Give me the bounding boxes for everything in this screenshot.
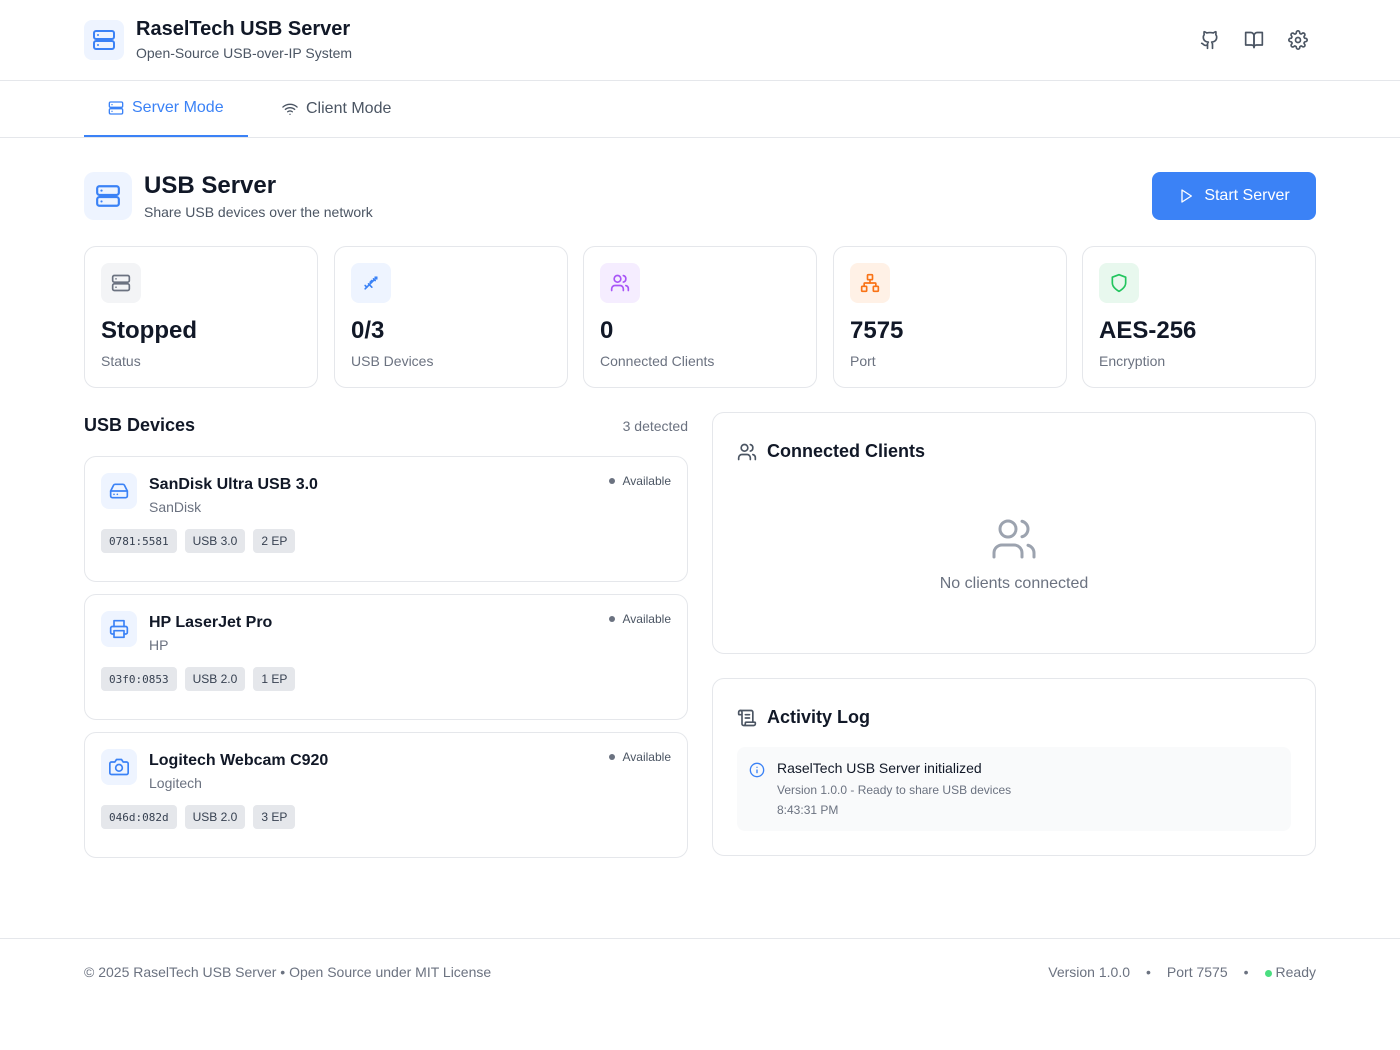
page-subtitle: Share USB devices over the network bbox=[144, 204, 373, 220]
users-icon bbox=[600, 263, 640, 303]
usb-icon bbox=[351, 263, 391, 303]
app-logo bbox=[84, 20, 124, 60]
wifi-icon bbox=[282, 101, 298, 117]
usb-version-tag: USB 2.0 bbox=[184, 667, 246, 691]
activity-log-panel: Activity Log RaselTech USB Server initia… bbox=[712, 678, 1316, 856]
start-server-button[interactable]: Start Server bbox=[1152, 172, 1316, 220]
status-badge: Available bbox=[608, 474, 671, 488]
log-entry-detail: Version 1.0.0 - Ready to share USB devic… bbox=[777, 783, 1012, 797]
server-icon bbox=[101, 263, 141, 303]
page-title: USB Server bbox=[144, 172, 277, 199]
device-name: SanDisk Ultra USB 3.0 bbox=[149, 476, 318, 493]
empty-state-text: No clients connected bbox=[939, 575, 1089, 592]
page-icon bbox=[84, 172, 132, 220]
usb-devices-heading: USB Devices bbox=[84, 415, 196, 435]
footer-separator: • bbox=[1146, 964, 1151, 980]
book-open-icon[interactable] bbox=[1242, 28, 1266, 52]
device-card-hp-laserjet[interactable]: HP LaserJet Pro HP Available 03f0:0853 U… bbox=[84, 594, 688, 720]
device-card-sandisk[interactable]: SanDisk Ultra USB 3.0 SanDisk Available … bbox=[84, 456, 688, 582]
printer-icon bbox=[101, 611, 137, 647]
tab-server-mode[interactable]: Server Mode bbox=[84, 81, 248, 137]
stat-card-port: 7575 Port bbox=[833, 246, 1067, 388]
stat-value: Stopped bbox=[101, 317, 197, 344]
footer-version: Version 1.0.0 bbox=[1048, 964, 1130, 980]
camera-icon bbox=[101, 749, 137, 785]
footer-copyright: © 2025 RaselTech USB Server • Open Sourc… bbox=[84, 964, 492, 980]
device-id-tag: 0781:5581 bbox=[101, 529, 177, 553]
device-id-tag: 046d:082d bbox=[101, 805, 177, 829]
github-icon[interactable] bbox=[1198, 28, 1222, 52]
log-entry-title: RaselTech USB Server initialized bbox=[777, 760, 982, 776]
status-text: Available bbox=[622, 750, 671, 764]
device-vendor: HP bbox=[149, 637, 169, 653]
shield-icon bbox=[1099, 263, 1139, 303]
connected-clients-panel: Connected Clients No clients connected bbox=[712, 412, 1316, 654]
status-text: Available bbox=[622, 612, 671, 626]
tab-label: Server Mode bbox=[132, 99, 224, 116]
stat-label: Connected Clients bbox=[600, 353, 715, 369]
status-dot bbox=[608, 754, 615, 760]
stat-label: Port bbox=[850, 353, 876, 369]
app-subtitle: Open-Source USB-over-IP System bbox=[136, 45, 353, 61]
tab-label: Client Mode bbox=[306, 100, 392, 117]
endpoints-tag: 1 EP bbox=[253, 667, 296, 691]
tab-client-mode[interactable]: Client Mode bbox=[258, 81, 415, 137]
stat-value: 7575 bbox=[850, 317, 904, 344]
status-badge: Available bbox=[608, 612, 671, 626]
activity-log-title: Activity Log bbox=[737, 707, 870, 728]
device-card-logitech-webcam[interactable]: Logitech Webcam C920 Logitech Available … bbox=[84, 732, 688, 858]
device-vendor: SanDisk bbox=[149, 499, 202, 515]
hard-drive-icon bbox=[101, 473, 137, 509]
status-badge: Available bbox=[608, 750, 671, 764]
usb-version-tag: USB 2.0 bbox=[184, 805, 246, 829]
device-id-tag: 03f0:0853 bbox=[101, 667, 177, 691]
stat-card-status: Stopped Status bbox=[84, 246, 318, 388]
server-icon bbox=[95, 183, 121, 209]
stat-value: AES-256 bbox=[1099, 317, 1197, 344]
info-icon bbox=[749, 762, 765, 778]
play-icon bbox=[1178, 188, 1194, 204]
users-icon bbox=[713, 515, 1315, 563]
start-server-label: Start Server bbox=[1204, 187, 1290, 204]
stat-value: 0/3 bbox=[351, 317, 385, 344]
usb-devices-count: 3 detected bbox=[622, 418, 688, 434]
users-icon bbox=[737, 442, 757, 462]
status-dot bbox=[608, 478, 615, 484]
stat-card-encryption: AES-256 Encryption bbox=[1082, 246, 1316, 388]
log-entry-time: 8:43:31 PM bbox=[777, 803, 839, 817]
app-title: RaselTech USB Server bbox=[136, 18, 351, 40]
footer bbox=[0, 938, 1400, 1050]
panel-title-text: Connected Clients bbox=[767, 441, 926, 461]
scroll-text-icon bbox=[737, 708, 757, 728]
stat-card-connected-clients: 0 Connected Clients bbox=[583, 246, 817, 388]
stat-value: 0 bbox=[600, 317, 614, 344]
device-vendor: Logitech bbox=[149, 775, 202, 791]
gear-icon[interactable] bbox=[1286, 28, 1310, 52]
footer-ready-status: Ready bbox=[1264, 964, 1316, 980]
ready-dot bbox=[1264, 970, 1272, 977]
stat-label: Status bbox=[101, 353, 141, 369]
footer-separator: • bbox=[1243, 964, 1249, 980]
footer-status-bar: Version 1.0.0 • Port 7575 • Ready bbox=[1048, 964, 1316, 980]
stat-label: Encryption bbox=[1099, 353, 1166, 369]
log-entry: RaselTech USB Server initialized Version… bbox=[737, 747, 1291, 831]
status-dot bbox=[608, 616, 615, 622]
usb-version-tag: USB 3.0 bbox=[184, 529, 246, 553]
server-icon bbox=[108, 100, 124, 116]
endpoints-tag: 3 EP bbox=[253, 805, 296, 829]
stat-card-usb-devices: 0/3 USB Devices bbox=[334, 246, 568, 388]
device-name: Logitech Webcam C920 bbox=[149, 752, 329, 769]
panel-title-text: Activity Log bbox=[767, 707, 871, 727]
footer-status-text: Ready bbox=[1275, 964, 1316, 980]
endpoints-tag: 2 EP bbox=[253, 529, 296, 553]
device-name: HP LaserJet Pro bbox=[149, 614, 273, 631]
server-icon bbox=[92, 28, 116, 52]
network-icon bbox=[850, 263, 890, 303]
footer-port: Port 7575 bbox=[1166, 964, 1228, 980]
connected-clients-title: Connected Clients bbox=[737, 441, 925, 462]
status-text: Available bbox=[622, 474, 671, 488]
stat-label: USB Devices bbox=[351, 353, 434, 369]
